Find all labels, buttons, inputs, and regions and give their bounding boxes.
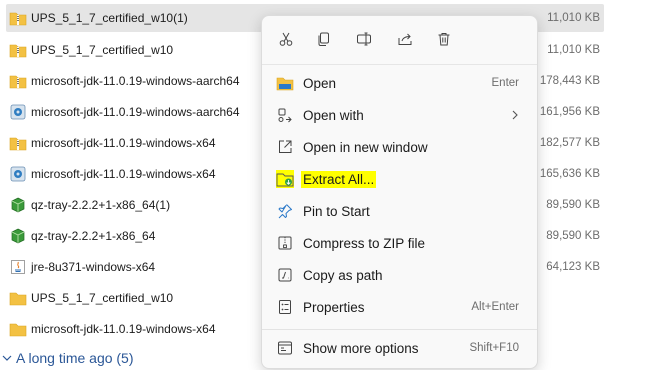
file-size: 165,636 KB <box>539 168 600 180</box>
copy-path-icon <box>276 266 294 284</box>
chevron-right-icon <box>509 109 521 121</box>
scissors-icon <box>278 31 294 50</box>
menu-item-properties[interactable]: Properties Alt+Enter <box>266 292 533 322</box>
menu-item-label: Open <box>303 75 337 91</box>
menu-item-shortcut: Enter <box>491 77 520 89</box>
folder-icon <box>9 320 27 338</box>
menu-item-open[interactable]: Open Enter <box>266 68 533 98</box>
file-name: qz-tray-2.2.2+1-x86_64 <box>31 229 156 243</box>
file-name: UPS_5_1_7_certified_w10 <box>31 291 174 305</box>
zip-folder-icon <box>9 134 27 152</box>
file-name: qz-tray-2.2.2+1-x86_64(1) <box>31 198 171 212</box>
file-size: 89,590 KB <box>546 199 600 211</box>
file-name: microsoft-jdk-11.0.19-windows-aarch64 <box>31 105 240 119</box>
open-with-icon <box>276 106 294 124</box>
installer-icon <box>9 165 27 183</box>
copy-icon <box>316 31 332 50</box>
file-size: 178,443 KB <box>539 75 600 87</box>
menu-item-copy-as-path[interactable]: Copy as path <box>266 260 533 290</box>
file-size: 64,123 KB <box>546 261 600 273</box>
menu-item-extract-all[interactable]: Extract All... <box>266 164 533 194</box>
file-name: microsoft-jdk-11.0.19-windows-x64 <box>31 167 216 181</box>
menu-item-label: Show more options <box>303 340 419 356</box>
menu-item-open-new-window[interactable]: Open in new window <box>266 132 533 162</box>
context-menu-toolbar <box>262 16 537 65</box>
menu-item-label: Copy as path <box>303 267 383 283</box>
context-menu: Open Enter Open with Open in new window … <box>261 15 538 369</box>
file-size: 89,590 KB <box>546 230 600 242</box>
group-header-label: A long time ago (5) <box>16 350 134 366</box>
menu-item-compress-zip[interactable]: Compress to ZIP file <box>266 228 533 258</box>
file-name: jre-8u371-windows-x64 <box>31 260 156 274</box>
pin-icon <box>276 202 294 220</box>
menu-item-label: Open with <box>303 107 364 123</box>
menu-item-shortcut: Alt+Enter <box>471 301 519 313</box>
share-button[interactable] <box>391 26 419 54</box>
file-name: UPS_5_1_7_certified_w10(1) <box>31 11 188 25</box>
menu-item-show-more-options[interactable]: Show more options Shift+F10 <box>266 333 533 363</box>
zip-folder-icon <box>9 72 27 90</box>
package-icon <box>9 196 27 214</box>
file-name: microsoft-jdk-11.0.19-windows-aarch64 <box>31 74 240 88</box>
group-header[interactable]: A long time ago (5) <box>0 346 134 370</box>
menu-item-label: Compress to ZIP file <box>303 235 426 251</box>
folder-icon <box>9 289 27 307</box>
folder-open-icon <box>276 74 294 92</box>
menu-separator <box>262 329 537 330</box>
cut-button[interactable] <box>272 26 300 54</box>
rename-button[interactable] <box>350 26 378 54</box>
zip-compress-icon <box>276 234 294 252</box>
zip-folder-icon <box>9 9 27 27</box>
rename-icon <box>356 31 372 50</box>
extract-icon <box>276 170 294 188</box>
menu-item-label: Properties <box>303 299 365 315</box>
delete-button[interactable] <box>430 26 458 54</box>
java-app-icon <box>9 258 27 276</box>
menu-item-shortcut: Shift+F10 <box>469 342 519 354</box>
menu-item-open-with[interactable]: Open with <box>266 100 533 130</box>
menu-item-label: Open in new window <box>303 139 428 155</box>
file-name: microsoft-jdk-11.0.19-windows-x64 <box>31 136 216 150</box>
menu-item-label: Pin to Start <box>303 203 370 219</box>
properties-icon <box>276 298 294 316</box>
new-window-icon <box>276 138 294 156</box>
installer-icon <box>9 103 27 121</box>
file-size: 161,956 KB <box>539 106 600 118</box>
file-size: 11,010 KB <box>547 44 600 56</box>
share-icon <box>397 31 413 50</box>
copy-button[interactable] <box>310 26 338 54</box>
zip-folder-icon <box>9 41 27 59</box>
package-icon <box>9 227 27 245</box>
file-size: 182,577 KB <box>539 137 600 149</box>
more-options-icon <box>276 339 294 357</box>
menu-item-pin-to-start[interactable]: Pin to Start <box>266 196 533 226</box>
file-name: UPS_5_1_7_certified_w10 <box>31 43 174 57</box>
file-size: 11,010 KB <box>547 12 600 24</box>
chevron-down-icon <box>0 351 14 365</box>
trash-icon <box>436 31 452 50</box>
file-name: microsoft-jdk-11.0.19-windows-x64 <box>31 322 216 336</box>
menu-item-label: Extract All... <box>301 170 377 188</box>
